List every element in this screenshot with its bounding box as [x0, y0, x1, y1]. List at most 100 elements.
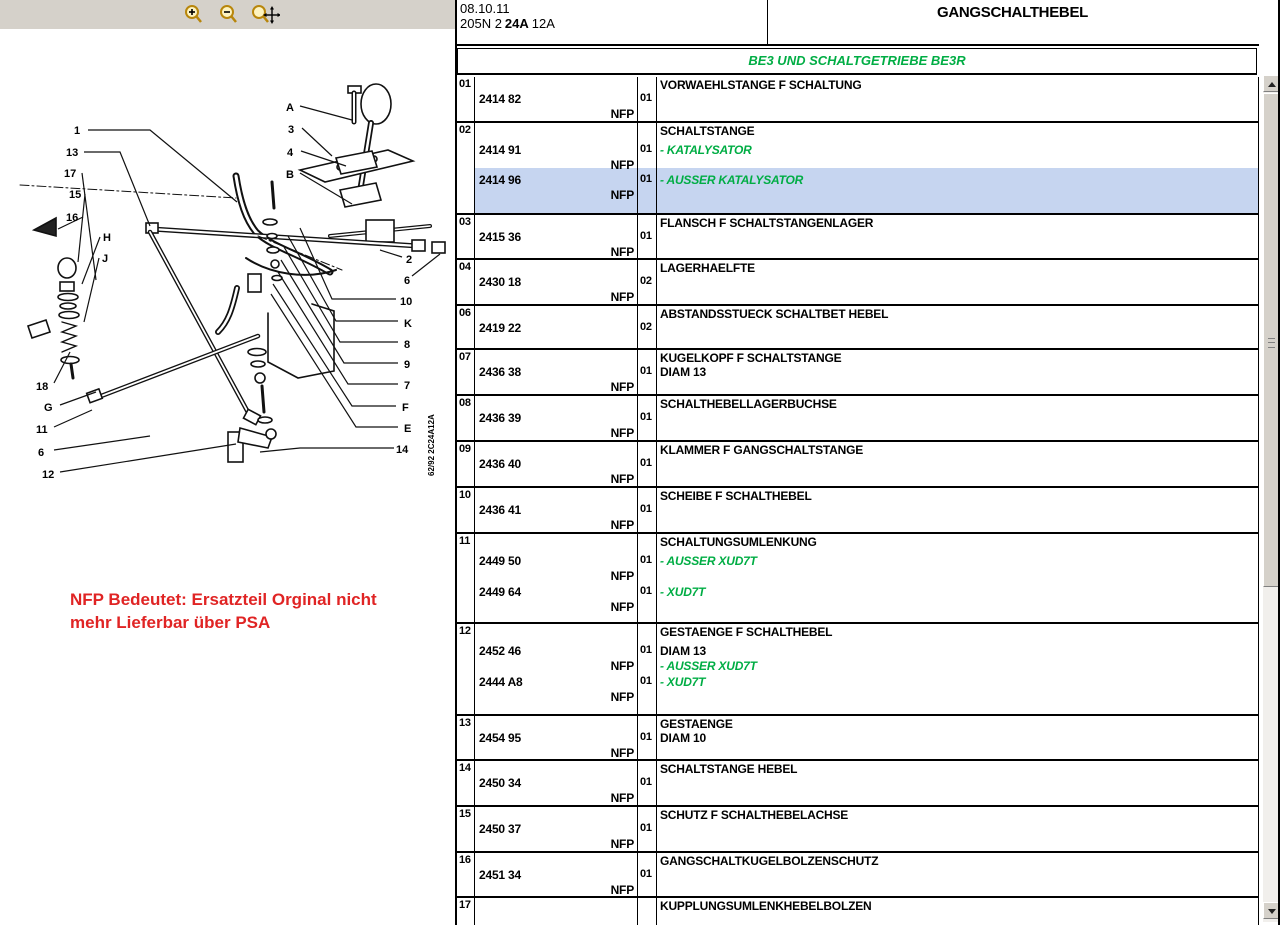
scroll-down-button[interactable]: [1263, 902, 1279, 919]
ref-number: 16: [459, 854, 471, 866]
column-divider: [474, 488, 475, 532]
quantity: 01: [640, 776, 652, 788]
ref-number: 14: [459, 762, 471, 774]
table-row[interactable]: 09 2436 40 NFP 01 KLAMMER F GANGSCHALTST…: [457, 442, 1258, 488]
diagram-callout: 9: [404, 359, 410, 371]
parts-catalog-window: 1 13 17 15 16 H J 18 G 11 6 12 A 3 4 B 2…: [0, 0, 1280, 925]
ref-number: 06: [459, 307, 471, 319]
part-description: SCHEIBE F SCHALTHEBEL: [660, 489, 812, 503]
table-row[interactable]: 07 2436 38 NFP 01 KUGELKOPF F SCHALTSTAN…: [457, 350, 1258, 396]
scroll-up-button[interactable]: [1263, 75, 1279, 92]
table-row[interactable]: 13 2454 95 NFP 01 GESTAENGE DIAM 10: [457, 716, 1258, 761]
column-divider: [637, 215, 638, 258]
column-divider: [474, 534, 475, 622]
nfp-note-line1: NFP Bedeutet: Ersatzteil Orginal nicht: [70, 588, 430, 611]
column-divider: [637, 807, 638, 851]
table-row[interactable]: 06 2419 22 02 ABSTANDSSTUECK SCHALTBET H…: [457, 306, 1258, 350]
part-description: KLAMMER F GANGSCHALTSTANGE: [660, 443, 863, 457]
column-divider: [656, 215, 657, 258]
scrollbar-thumb[interactable]: [1263, 93, 1279, 587]
exploded-parts-drawing[interactable]: 1 13 17 15 16 H J 18 G 11 6 12 A 3 4 B 2…: [0, 30, 455, 560]
nfp-flag: NFP: [549, 472, 634, 486]
diagram-callout: 15: [69, 189, 81, 201]
diagram-callout: G: [44, 402, 53, 414]
column-divider: [474, 77, 475, 121]
nfp-flag: NFP: [549, 426, 634, 440]
part-description: GANGSCHALTKUGELBOLZENSCHUTZ: [660, 854, 878, 868]
header-meta: 08.10.11 205N 224A12A: [457, 0, 768, 44]
column-divider: [474, 898, 475, 925]
column-divider: [474, 853, 475, 896]
part-number: 2450 34: [479, 776, 521, 790]
ref-number: 04: [459, 261, 471, 273]
column-divider: [637, 442, 638, 486]
nfp-note-line2: mehr Lieferbar über PSA: [70, 611, 430, 634]
table-row[interactable]: 16 2451 34 NFP 01 GANGSCHALTKUGELBOLZENS…: [457, 853, 1258, 898]
zoom-toolbar: [0, 0, 455, 29]
part-number: 2454 95: [479, 731, 521, 745]
column-divider: [637, 716, 638, 759]
part-description: SCHALTUNGSUMLENKUNG: [660, 535, 817, 549]
quantity: 01: [640, 822, 652, 834]
zoom-in-icon[interactable]: [182, 3, 206, 26]
column-divider: [474, 123, 475, 213]
table-row[interactable]: 15 2450 37 NFP 01 SCHUTZ F SCHALTHEBELAC…: [457, 807, 1258, 853]
quantity: 01: [640, 92, 652, 104]
table-row[interactable]: 01 2414 82 NFP 01 VORWAEHLSTANGE F SCHAL…: [457, 77, 1258, 123]
diagram-callout: 6: [38, 447, 44, 459]
column-divider: [656, 396, 657, 440]
ref-number: 12: [459, 625, 471, 637]
diagram-callout: 14: [396, 444, 409, 456]
table-row[interactable]: 02 SCHALTSTANGE 2414 91 01 - KATALYSATOR…: [457, 123, 1258, 215]
part-description: SCHALTHEBELLAGERBUCHSE: [660, 397, 837, 411]
diagram-callout: 10: [400, 296, 412, 308]
diagram-callout: 18: [36, 381, 48, 393]
vertical-scrollbar[interactable]: [1263, 75, 1279, 922]
nfp-flag: NFP: [549, 600, 634, 614]
diagram-callout: 4: [287, 147, 294, 159]
ref-number: 02: [459, 124, 471, 136]
variant-note: - AUSSER XUD7T: [660, 554, 757, 568]
dimension-note: DIAM 13: [660, 365, 706, 379]
column-divider: [474, 306, 475, 348]
table-row[interactable]: 11 SCHALTUNGSUMLENKUNG 2449 50 01 - AUSS…: [457, 534, 1258, 624]
diagram-callout: K: [404, 318, 412, 330]
column-divider: [637, 123, 638, 213]
column-divider: [656, 761, 657, 805]
table-row[interactable]: 04 2430 18 NFP 02 LAGERHAELFTE: [457, 260, 1258, 306]
nfp-flag: NFP: [549, 380, 634, 394]
table-row[interactable]: 08 2436 39 NFP 01 SCHALTHEBELLAGERBUCHSE: [457, 396, 1258, 442]
table-row[interactable]: 03 2415 36 NFP 01 FLANSCH F SCHALTSTANGE…: [457, 215, 1258, 260]
part-number: 2450 37: [479, 822, 521, 836]
column-divider: [656, 442, 657, 486]
table-row[interactable]: 17 KUPPLUNGSUMLENKHEBELBOLZEN: [457, 898, 1258, 925]
nfp-flag: NFP: [549, 837, 634, 851]
column-divider: [474, 624, 475, 714]
column-divider: [637, 534, 638, 622]
diagram-panel: 1 13 17 15 16 H J 18 G 11 6 12 A 3 4 B 2…: [0, 0, 455, 925]
column-divider: [637, 624, 638, 714]
nfp-legend-note: NFP Bedeutet: Ersatzteil Orginal nicht m…: [70, 588, 430, 634]
part-number: 2419 22: [479, 321, 521, 335]
quantity: 01: [640, 143, 652, 155]
code-suffix: 12A: [532, 16, 555, 31]
table-row[interactable]: 10 2436 41 NFP 01 SCHEIBE F SCHALTHEBEL: [457, 488, 1258, 534]
column-divider: [637, 853, 638, 896]
quantity: 01: [640, 503, 652, 515]
catalog-code: 205N 224A12A: [460, 16, 767, 31]
zoom-pan-icon[interactable]: [250, 3, 280, 26]
column-divider: [656, 807, 657, 851]
zoom-out-icon[interactable]: [217, 3, 241, 26]
quantity: 01: [640, 675, 652, 687]
part-description: KUPPLUNGSUMLENKHEBELBOLZEN: [660, 899, 871, 913]
quantity: 01: [640, 411, 652, 423]
ref-number: 07: [459, 351, 471, 363]
table-row[interactable]: 14 2450 34 NFP 01 SCHALTSTANGE HEBEL: [457, 761, 1258, 807]
column-divider: [637, 260, 638, 304]
column-divider: [637, 396, 638, 440]
table-row[interactable]: 12 GESTAENGE F SCHALTHEBEL 2452 46 01 DI…: [457, 624, 1258, 716]
column-divider: [474, 350, 475, 394]
diagram-callout: 1: [74, 125, 80, 137]
column-divider: [656, 624, 657, 714]
column-divider: [474, 716, 475, 759]
